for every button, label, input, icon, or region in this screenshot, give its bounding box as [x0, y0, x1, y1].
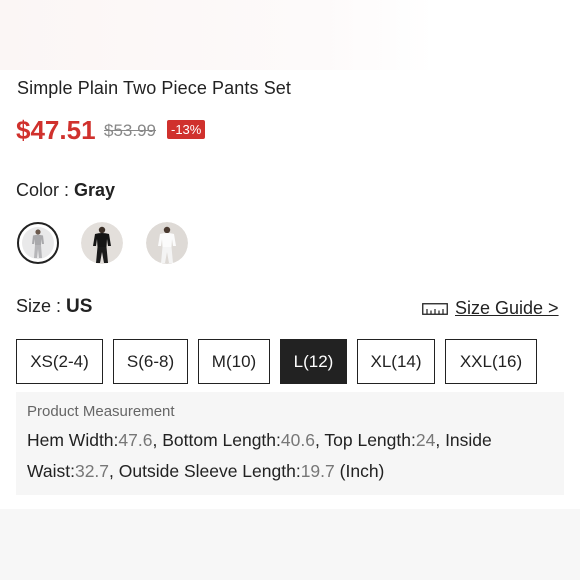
product-measurement-panel: Product Measurement Hem Width:47.6, Bott… [16, 392, 564, 495]
measure-value-inside-waist: 32.7 [74, 461, 110, 481]
measure-value-hem-width: 47.6 [118, 430, 153, 450]
size-option-xl[interactable]: XL(14) [357, 339, 435, 384]
separator: , [435, 430, 446, 450]
size-label-text: Size : [16, 296, 67, 316]
size-option-xs[interactable]: XS(2-4) [16, 339, 103, 384]
color-label-text: Color : [16, 180, 75, 200]
color-swatch-gray[interactable] [17, 222, 59, 264]
color-swatch-black[interactable] [81, 222, 123, 264]
original-price: $53.99 [104, 121, 156, 140]
selected-color-name: Gray [74, 180, 116, 200]
current-price: $47.51 [16, 115, 96, 145]
measure-label-outside-sleeve: Outside Sleeve Length: [118, 461, 301, 481]
product-image-edge [0, 0, 580, 70]
measurement-details: Hem Width:47.6, Bottom Length:40.6, Top … [27, 425, 557, 487]
size-option-l-selected[interactable]: L(12) [280, 339, 347, 384]
bottom-area [0, 509, 580, 580]
size-region: US [66, 296, 93, 317]
size-option-s[interactable]: S(6-8) [113, 339, 188, 384]
measure-value-outside-sleeve: 19.7 [300, 461, 335, 481]
measure-label-hem-width: Hem Width: [27, 430, 119, 450]
measure-unit: (Inch) [339, 461, 385, 481]
gray-outfit-thumbnail [22, 227, 54, 259]
discount-badge: -13% [167, 120, 206, 139]
separator: , [314, 430, 325, 450]
size-guide-link[interactable]: Size Guide > [422, 298, 559, 319]
measure-label-bottom-length: Bottom Length: [162, 430, 281, 450]
separator: , [109, 461, 119, 481]
size-guide-label: Size Guide > [455, 298, 559, 318]
measure-value-top-length: 24 [415, 430, 436, 450]
measure-label-top-length: Top Length: [324, 430, 416, 450]
size-option-m[interactable]: M(10) [198, 339, 270, 384]
measure-value-bottom-length: 40.6 [280, 430, 315, 450]
ruler-icon [422, 302, 448, 315]
color-label: Color : Gray [16, 180, 115, 201]
color-swatch-white[interactable] [146, 222, 188, 264]
black-outfit-thumbnail [81, 222, 123, 264]
white-outfit-thumbnail [146, 222, 188, 264]
product-title: Simple Plain Two Piece Pants Set [17, 78, 292, 98]
size-label: Size : US [16, 296, 92, 318]
measurement-title: Product Measurement [27, 403, 175, 420]
separator: , [152, 430, 163, 450]
size-option-xxl[interactable]: XXL(16) [445, 339, 537, 384]
